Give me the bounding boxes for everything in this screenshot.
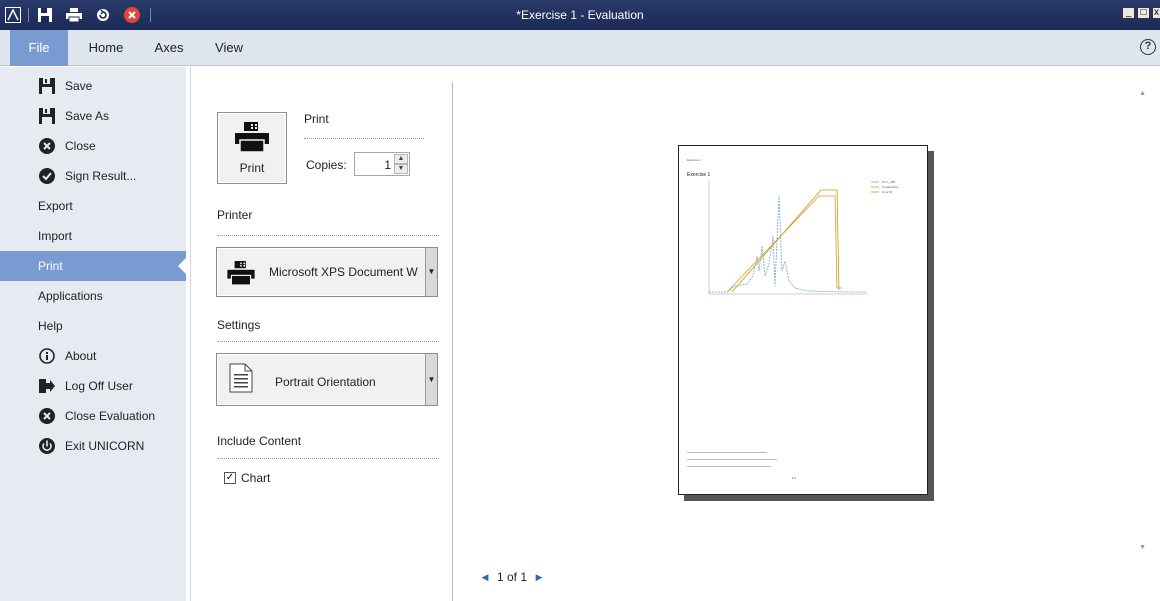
sidebar-item-label: Help bbox=[38, 319, 63, 333]
sidebar-item-label: Sign Result... bbox=[65, 169, 137, 183]
minimize-button[interactable]: _ bbox=[1122, 7, 1135, 19]
orientation-value: Portrait Orientation bbox=[275, 375, 376, 389]
sidebar-item-close-evaluation[interactable]: Close Evaluation bbox=[0, 401, 186, 431]
copies-label: Copies: bbox=[306, 158, 347, 172]
chart-checkbox-label: Chart bbox=[241, 471, 271, 485]
tab-view[interactable]: View bbox=[206, 30, 252, 66]
footer-line bbox=[687, 452, 767, 453]
page-header-text: Exercise 1 bbox=[687, 158, 702, 162]
check-circle-icon bbox=[38, 167, 56, 185]
copies-decrement-button[interactable]: ▼ bbox=[394, 164, 408, 174]
printer-icon bbox=[235, 122, 269, 152]
info-icon bbox=[38, 347, 56, 365]
divider bbox=[217, 458, 439, 459]
sidebar-item-applications[interactable]: Applications bbox=[0, 281, 186, 311]
preview-page: Exercise 1 Exercise 1 UV 1_280 Conductiv… bbox=[678, 145, 928, 495]
sidebar-item-label: About bbox=[65, 349, 97, 363]
close-circle-icon bbox=[38, 137, 56, 155]
sidebar-item-label: Exit UNICORN bbox=[65, 439, 145, 453]
printer-select[interactable]: Microsoft XPS Document W ▼ bbox=[216, 247, 438, 297]
divider bbox=[217, 235, 439, 236]
tab-file[interactable]: File bbox=[10, 30, 68, 66]
sidebar-item-help[interactable]: Help bbox=[0, 311, 186, 341]
print-heading: Print bbox=[304, 112, 329, 126]
close-circle-icon bbox=[38, 407, 56, 425]
preview-chart bbox=[708, 180, 879, 295]
chevron-down-icon: ▼ bbox=[425, 248, 437, 296]
print-button-label: Print bbox=[239, 161, 265, 175]
sidebar-item-label: Applications bbox=[38, 289, 103, 303]
chevron-down-icon: ▼ bbox=[425, 354, 437, 405]
printer-icon bbox=[227, 260, 255, 286]
tab-axes[interactable]: Axes bbox=[144, 30, 194, 66]
legend-entry: Conc B bbox=[882, 190, 892, 194]
sidebar-item-save[interactable]: Save bbox=[0, 71, 186, 101]
sidebar-item-print[interactable]: Print bbox=[0, 251, 186, 281]
sidebar-item-label: Export bbox=[38, 199, 73, 213]
sidebar-item-label: Import bbox=[38, 229, 73, 243]
window-title: *Exercise 1 - Evaluation bbox=[516, 8, 644, 22]
save-icon bbox=[38, 77, 56, 95]
copies-value: 1 bbox=[384, 158, 391, 172]
close-window-button[interactable]: x bbox=[1152, 7, 1160, 19]
next-page-button[interactable]: ▶ bbox=[531, 567, 547, 587]
divider bbox=[304, 138, 424, 139]
legend-entry: Conductivity bbox=[882, 185, 899, 189]
legend-entry: UV 1_280 bbox=[882, 180, 896, 184]
log-off-icon bbox=[38, 377, 56, 395]
divider bbox=[217, 341, 439, 342]
sidebar-item-save-as[interactable]: Save As bbox=[0, 101, 186, 131]
printer-value: Microsoft XPS Document W bbox=[269, 265, 418, 279]
power-icon bbox=[38, 437, 56, 455]
sidebar-item-import[interactable]: Import bbox=[0, 221, 186, 251]
scroll-up-arrow[interactable]: ▲ bbox=[1139, 90, 1146, 97]
sidebar-item-label: Save bbox=[65, 79, 93, 93]
page-number: 1/1 bbox=[792, 476, 797, 480]
sidebar-item-sign-result[interactable]: Sign Result... bbox=[0, 161, 186, 191]
sidebar-item-close[interactable]: Close bbox=[0, 131, 186, 161]
sidebar-item-exit-unicorn[interactable]: Exit UNICORN bbox=[0, 431, 186, 461]
save-as-icon bbox=[38, 107, 56, 125]
page-navigator: ◀ 1 of 1 ▶ bbox=[477, 566, 547, 588]
selection-notch bbox=[178, 258, 186, 274]
ribbon-tab-bar: File Home Axes View ? bbox=[0, 30, 1160, 66]
sidebar-item-label: Close Evaluation bbox=[65, 409, 156, 423]
sidebar-item-export[interactable]: Export bbox=[0, 191, 186, 221]
tab-home[interactable]: Home bbox=[78, 30, 134, 66]
print-button[interactable]: Print bbox=[217, 112, 287, 184]
orientation-select[interactable]: Portrait Orientation ▼ bbox=[216, 353, 438, 406]
maximize-button[interactable]: □ bbox=[1137, 7, 1150, 19]
copies-increment-button[interactable]: ▲ bbox=[394, 154, 408, 164]
sidebar-item-label: Close bbox=[65, 139, 96, 153]
include-content-heading: Include Content bbox=[217, 434, 302, 448]
footer-line bbox=[687, 466, 771, 467]
printer-heading: Printer bbox=[217, 208, 253, 222]
scroll-down-arrow[interactable]: ▼ bbox=[1139, 544, 1146, 551]
copies-stepper[interactable]: 1 ▲ ▼ bbox=[354, 152, 410, 176]
help-button[interactable]: ? bbox=[1140, 39, 1156, 55]
sidebar-item-label: Print bbox=[38, 259, 63, 273]
chart-checkbox[interactable]: ✓ bbox=[224, 472, 236, 484]
sidebar-item-about[interactable]: About bbox=[0, 341, 186, 371]
sidebar-item-label: Log Off User bbox=[65, 379, 133, 393]
page-indicator: 1 of 1 bbox=[497, 570, 528, 584]
settings-heading: Settings bbox=[217, 318, 261, 332]
sidebar-item-label: Save As bbox=[65, 109, 110, 123]
previous-page-button[interactable]: ◀ bbox=[477, 567, 493, 587]
portrait-page-icon bbox=[227, 363, 255, 393]
title-bar: *Exercise 1 - Evaluation _ □ x bbox=[0, 0, 1160, 30]
sidebar-item-log-off-user[interactable]: Log Off User bbox=[0, 371, 186, 401]
footer-line bbox=[687, 459, 777, 460]
